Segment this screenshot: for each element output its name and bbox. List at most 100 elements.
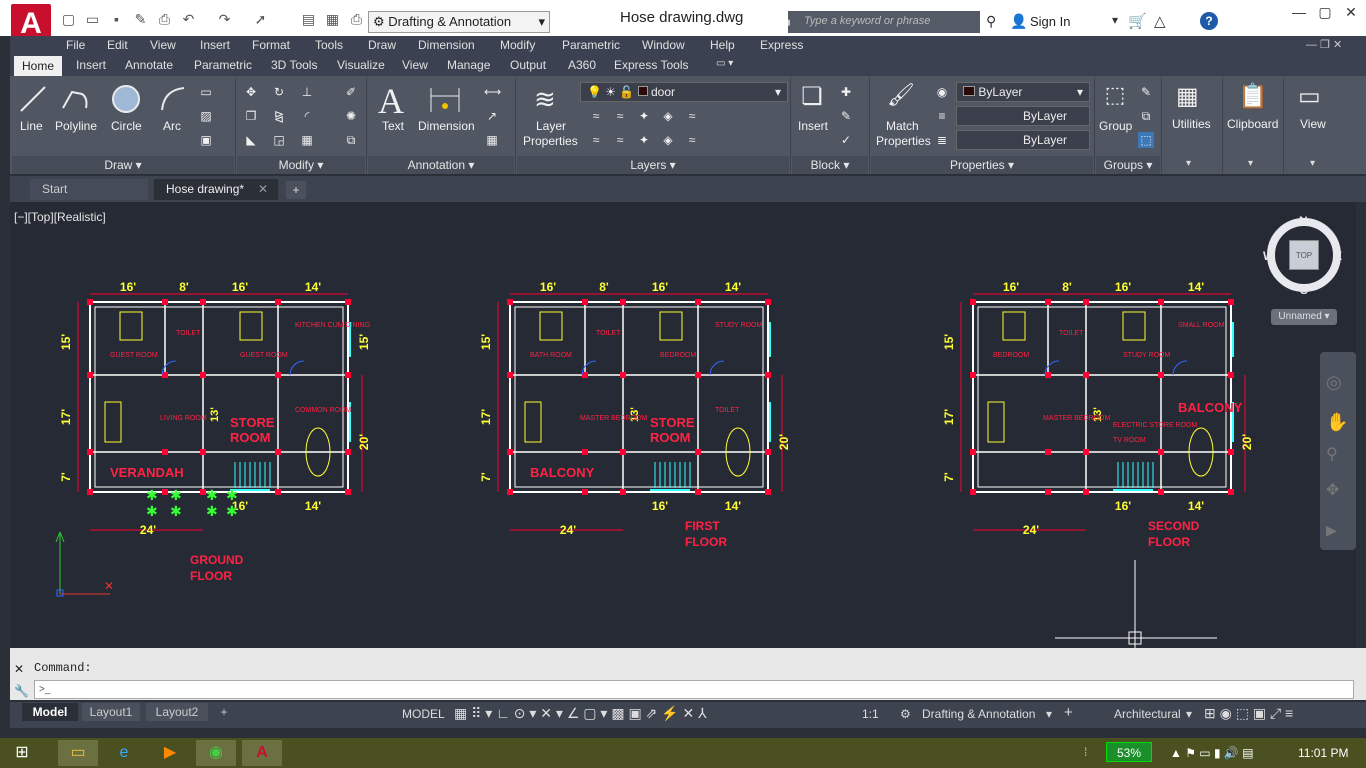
- dimension-icon[interactable]: [428, 84, 462, 114]
- customize-command-icon[interactable]: 🔧: [14, 684, 29, 698]
- line-icon[interactable]: [18, 84, 48, 114]
- tab-a360[interactable]: A360: [568, 58, 596, 72]
- copy-icon[interactable]: ❐: [243, 108, 259, 124]
- file-tab-active[interactable]: Hose drawing* ✕: [154, 179, 278, 200]
- rotate-icon[interactable]: ↻: [271, 84, 287, 100]
- signin-dropdown-icon[interactable]: ▾: [1112, 13, 1118, 27]
- status-tools-icons[interactable]: ⊞ ◉ ⬚ ▣ ⤢ ≡: [1204, 705, 1293, 722]
- orbit-icon[interactable]: ✥: [1326, 480, 1339, 500]
- menu-help[interactable]: Help: [710, 38, 735, 52]
- tab-output[interactable]: Output: [510, 58, 546, 72]
- internet-explorer-icon[interactable]: e: [104, 740, 144, 766]
- menu-window[interactable]: Window: [642, 38, 685, 52]
- battery-indicator[interactable]: 53%: [1106, 742, 1152, 762]
- tab-annotate[interactable]: Annotate: [125, 58, 173, 72]
- move-icon[interactable]: ✥: [243, 84, 259, 100]
- compass-west[interactable]: W: [1263, 249, 1274, 263]
- menu-insert[interactable]: Insert: [200, 38, 230, 52]
- compass-east[interactable]: E: [1334, 249, 1342, 263]
- line-button-label[interactable]: Line: [20, 119, 43, 133]
- start-icon[interactable]: ⊞: [2, 740, 42, 766]
- steering-wheel-icon[interactable]: ◎: [1326, 372, 1342, 393]
- workspace-switch[interactable]: Drafting & Annotation: [922, 707, 1035, 721]
- layer-tool-icon[interactable]: ✦: [636, 108, 652, 124]
- tab-view[interactable]: View: [402, 58, 428, 72]
- linear-dim-icon[interactable]: ⟷: [484, 84, 501, 100]
- menu-file[interactable]: File: [66, 38, 85, 52]
- panel-groups-title[interactable]: Groups ▾: [1096, 156, 1160, 174]
- color-dropdown[interactable]: ByLayer ▾: [956, 82, 1090, 102]
- clipboard-expand-icon[interactable]: ▾: [1248, 158, 1253, 169]
- layer-dropdown[interactable]: 💡 ☀ 🔓 door ▾: [580, 82, 788, 102]
- floor-plans-drawing[interactable]: 16' 8' 16' 14' 15' 17' 7' 15' 20' 24' 16' 14' 13' GUE…: [10, 202, 1356, 648]
- grid-icon[interactable]: ▦ ⠿ ▾ ∟ ⊙ ▾ ✕ ▾ ∠ ▢ ▾ ▩ ▣ ⇗ ⚡ ✕ ⅄: [454, 705, 707, 722]
- file-tab-start[interactable]: Start: [30, 179, 148, 200]
- zoom-icon[interactable]: ⚲: [1326, 444, 1338, 464]
- tray-icons[interactable]: ▲ ⚑ ▭ ▮ 🔊 ▤: [1170, 746, 1254, 760]
- plot-publish-icon[interactable]: ▤: [300, 11, 317, 28]
- pan-icon[interactable]: ✋: [1326, 412, 1348, 433]
- layer-properties-icon[interactable]: ≋: [534, 84, 556, 115]
- undo-icon[interactable]: ↶: [180, 11, 197, 28]
- leader-icon[interactable]: ↗: [484, 108, 500, 124]
- erase-icon[interactable]: ✐: [343, 84, 359, 100]
- scale-icon[interactable]: ◲: [271, 132, 287, 148]
- block-attribute-icon[interactable]: ✓: [838, 132, 854, 148]
- array-icon[interactable]: ▦: [299, 132, 315, 148]
- media-player-icon[interactable]: ▶: [150, 740, 190, 766]
- tab-layout1[interactable]: Layout1: [82, 703, 140, 721]
- model-space-toggle[interactable]: MODEL: [402, 707, 445, 721]
- sign-in-button[interactable]: Sign In: [1030, 14, 1070, 29]
- annotation-scale[interactable]: 1:1: [862, 707, 879, 721]
- hatch-icon[interactable]: ▨: [198, 108, 214, 124]
- arc-icon[interactable]: [158, 84, 188, 114]
- batch-plot-icon[interactable]: ▦: [324, 11, 341, 28]
- group-icon[interactable]: ⬚: [1100, 82, 1130, 112]
- menu-edit[interactable]: Edit: [107, 38, 128, 52]
- lineweight-dropdown[interactable]: ByLayer: [956, 130, 1090, 150]
- tab-visualize[interactable]: Visualize: [337, 58, 385, 72]
- plot-icon[interactable]: ⎙: [156, 11, 173, 28]
- ungroup-icon[interactable]: ✎: [1138, 84, 1154, 100]
- menu-view[interactable]: View: [150, 38, 176, 52]
- group-select-icon[interactable]: ⬚: [1138, 132, 1154, 148]
- tab-insert[interactable]: Insert: [76, 58, 106, 72]
- command-input[interactable]: >_: [34, 680, 1354, 699]
- close-command-icon[interactable]: ✕: [14, 662, 24, 676]
- layer-tool-icon[interactable]: ≈: [684, 132, 700, 148]
- menu-modify[interactable]: Modify: [500, 38, 535, 52]
- close-tab-icon[interactable]: ✕: [258, 182, 268, 196]
- utilities-expand-icon[interactable]: ▾: [1186, 158, 1191, 169]
- doc-window-controls[interactable]: — ❐ ✕: [1306, 38, 1342, 51]
- menu-draw[interactable]: Draw: [368, 38, 396, 52]
- create-block-icon[interactable]: ✚: [838, 84, 854, 100]
- clock[interactable]: 11:01 PM: [1298, 746, 1348, 760]
- calculator-icon[interactable]: ▦: [1176, 82, 1199, 111]
- layer-tool-icon[interactable]: ≈: [588, 132, 604, 148]
- mirror-icon[interactable]: ⧎: [271, 108, 287, 124]
- share-icon[interactable]: ➚: [252, 11, 269, 28]
- layer-tool-icon[interactable]: ✦: [636, 132, 652, 148]
- menu-parametric[interactable]: Parametric: [562, 38, 620, 52]
- utilities-button[interactable]: Utilities: [1172, 117, 1211, 131]
- open-file-icon[interactable]: ▭: [84, 11, 101, 28]
- compass-south[interactable]: S: [1300, 283, 1308, 297]
- offset-icon[interactable]: ⧉: [343, 132, 359, 148]
- layer-properties-label-1[interactable]: Layer: [536, 119, 566, 133]
- save-as-icon[interactable]: ✎: [132, 11, 149, 28]
- text-button-label[interactable]: Text: [382, 119, 404, 133]
- viewcube-top-face[interactable]: TOP: [1289, 240, 1319, 270]
- menu-format[interactable]: Format: [252, 38, 290, 52]
- menu-tools[interactable]: Tools: [315, 38, 343, 52]
- layer-tool-icon[interactable]: ◈: [660, 132, 676, 148]
- edit-block-icon[interactable]: ✎: [838, 108, 854, 124]
- panel-modify-title[interactable]: Modify ▾: [237, 156, 365, 174]
- showmotion-icon[interactable]: ▶: [1326, 522, 1337, 539]
- new-tab-icon[interactable]: +: [286, 181, 306, 199]
- match-properties-icon[interactable]: 🖌: [886, 82, 916, 112]
- cart-icon[interactable]: 🛒: [1128, 12, 1147, 30]
- layer-tool-icon[interactable]: ≈: [612, 108, 628, 124]
- explode-icon[interactable]: ✺: [343, 108, 359, 124]
- ucs-menu[interactable]: Unnamed ▾: [1271, 309, 1337, 325]
- region-icon[interactable]: ▣: [198, 132, 214, 148]
